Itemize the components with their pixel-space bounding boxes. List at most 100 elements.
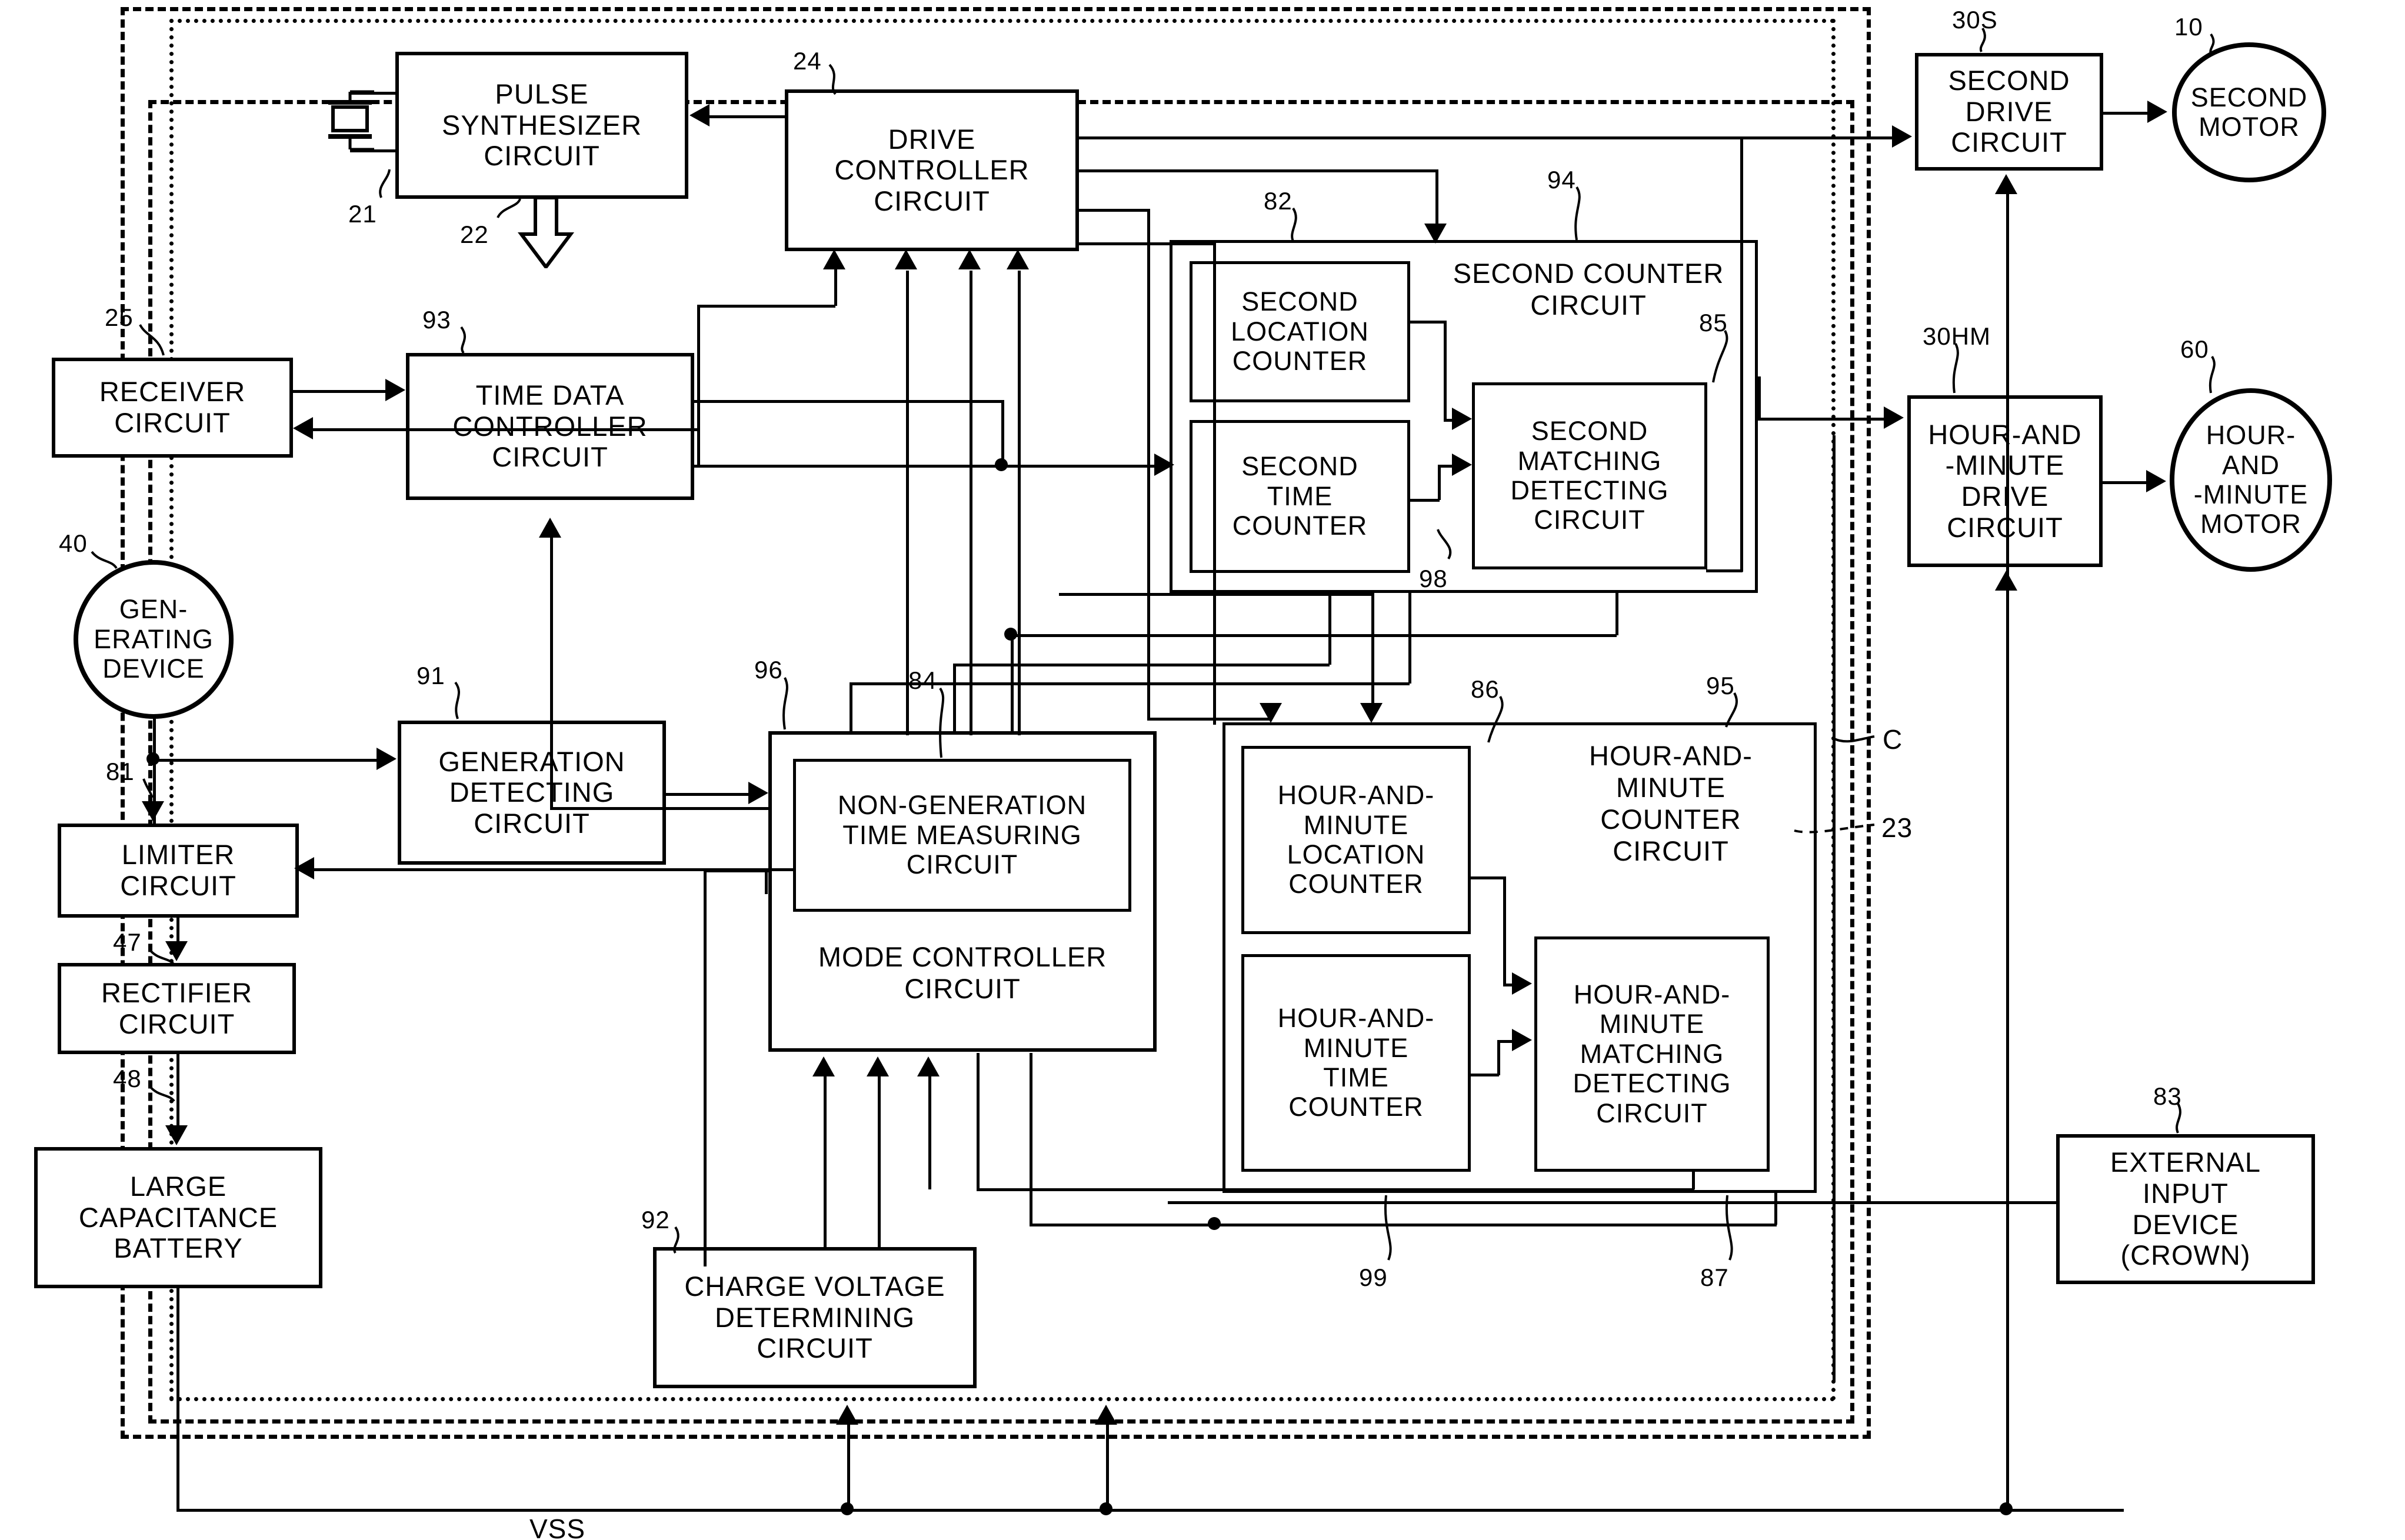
- wire-sec-loc-vert: [1444, 321, 1447, 421]
- ref-60: 60: [2180, 335, 2209, 363]
- wire-to-hm-counter-2-h: [1059, 593, 1374, 596]
- wire-hm-fb-1up: [1030, 1053, 1032, 1225]
- hm-matching-detecting-circuit[interactable]: HOUR-AND- MINUTE MATCHING DETECTING CIRC…: [1534, 936, 1770, 1172]
- wire-seccount-fb-3v: [1408, 593, 1411, 684]
- wire-seccount-fb-1v: [1615, 593, 1618, 635]
- wire-seccount-fb-2down: [953, 664, 956, 734]
- ref-98: 98: [1419, 565, 1448, 592]
- wire-sec-loc-out: [1410, 321, 1445, 324]
- arrow-dc-in-4: [1007, 249, 1029, 269]
- arrow-into-hm-counter-1: [1260, 703, 1282, 723]
- generation-detecting-circuit[interactable]: GENERATION DETECTING CIRCUIT: [398, 721, 666, 865]
- wire-secmatch-v: [1740, 136, 1743, 572]
- ref-84: 84: [908, 666, 937, 694]
- second-time-counter[interactable]: SECOND TIME COUNTER: [1190, 420, 1410, 573]
- crystal-lead-bottom: [350, 149, 397, 152]
- large-capacitance-battery[interactable]: LARGE CAPACITANCE BATTERY: [34, 1147, 322, 1288]
- limiter-circuit[interactable]: LIMITER CIRCUIT: [58, 824, 299, 918]
- receiver-circuit[interactable]: RECEIVER CIRCUIT: [52, 358, 293, 458]
- wire-hm-loc-out: [1471, 876, 1505, 879]
- wire-seconddrive-to-motor: [2103, 112, 2150, 115]
- ref-24: 24: [793, 47, 822, 75]
- arrow-hm-time-to-match: [1512, 1029, 1532, 1051]
- wire-vss-feed-2: [1106, 1424, 1109, 1511]
- arrow-into-hm-drive: [1884, 406, 1904, 429]
- ref-92: 92: [641, 1206, 670, 1234]
- rectifier-circuit[interactable]: RECTIFIER CIRCUIT: [58, 963, 296, 1054]
- arrow-into-timedata: [385, 379, 405, 401]
- junction-vss-2: [1100, 1502, 1112, 1515]
- generating-device[interactable]: GEN- ERATING DEVICE: [74, 560, 234, 719]
- crystal-lead-top: [350, 92, 397, 95]
- arrow-into-timedata-bottom: [539, 518, 561, 538]
- ref-30HM: 30HM: [1923, 322, 1991, 350]
- wire-dc-out-2: [1078, 169, 1437, 172]
- wire-seconddrive-power-down: [2006, 259, 2009, 1511]
- wire-hm-fb-1: [1030, 1224, 1777, 1226]
- pulse-synthesizer-circuit[interactable]: PULSE SYNTHESIZER CIRCUIT: [395, 52, 688, 199]
- arrow-into-pulse-synth: [689, 104, 709, 126]
- wire-96-h: [704, 869, 768, 872]
- second-location-counter[interactable]: SECOND LOCATION COUNTER: [1190, 261, 1410, 402]
- arrow-sec-loc-to-match: [1452, 408, 1472, 430]
- second-matching-detecting-circuit[interactable]: SECOND MATCHING DETECTING CIRCUIT: [1472, 382, 1707, 569]
- ref-81: 81: [106, 758, 135, 785]
- wire-timedata-up: [697, 305, 700, 466]
- second-motor[interactable]: SECOND MOTOR: [2172, 42, 2326, 182]
- time-data-controller-circuit[interactable]: TIME DATA CONTROLLER CIRCUIT: [406, 353, 694, 500]
- wire-timedata-to-receiver: [312, 428, 697, 431]
- wire-seccount-fb-2v: [1328, 593, 1331, 665]
- ref-86: 86: [1471, 675, 1500, 703]
- ref-48: 48: [113, 1065, 142, 1092]
- wire-gendetect-to-mode: [666, 793, 751, 796]
- arrow-dc-in-2: [895, 249, 917, 269]
- wire-cv-up-1: [824, 1076, 827, 1248]
- wire-96-vert: [765, 871, 768, 894]
- ref-21: 21: [348, 200, 377, 228]
- arrow-into-limiter-right: [294, 857, 314, 879]
- wire-battery-to-vss: [176, 1288, 179, 1511]
- wire-to-hm-counter-2: [1371, 593, 1374, 711]
- wire-rect-batt: [176, 1054, 179, 1128]
- ref-99: 99: [1359, 1264, 1388, 1291]
- ref-94: 94: [1547, 166, 1576, 194]
- wire-timedata-right-vert: [1001, 400, 1004, 466]
- ref-83: 83: [2153, 1082, 2182, 1110]
- junction-hm-fb: [1208, 1217, 1221, 1230]
- wire-cv-up-3: [928, 1076, 931, 1189]
- drive-controller-circuit[interactable]: DRIVE CONTROLLER CIRCUIT: [785, 89, 1079, 251]
- wire-dc-out-4-v: [1213, 242, 1216, 725]
- hour-and-minute-motor[interactable]: HOUR- AND -MINUTE MOTOR: [2170, 388, 2332, 572]
- external-input-device[interactable]: EXTERNAL INPUT DEVICE (CROWN): [2056, 1134, 2315, 1284]
- second-drive-circuit[interactable]: SECOND DRIVE CIRCUIT: [1915, 53, 2103, 171]
- wire-hmdrive-power: [2006, 588, 2009, 635]
- non-generation-time-measuring-circuit[interactable]: NON-GENERATION TIME MEASURING CIRCUIT: [793, 759, 1131, 912]
- ref-47: 47: [113, 928, 142, 956]
- second-counter-circuit-title: SECOND COUNTER CIRCUIT: [1453, 258, 1724, 321]
- junction-vss-right: [2000, 1502, 2013, 1515]
- crystal-oscillator-icon: [327, 88, 382, 153]
- hour-and-minute-drive-circuit[interactable]: HOUR-AND -MINUTE DRIVE CIRCUIT: [1907, 395, 2103, 567]
- arrow-cv-up-3: [917, 1056, 940, 1076]
- ref-96: 96: [754, 656, 783, 684]
- arrow-vss-feed-2: [1095, 1405, 1117, 1425]
- wire-dc-out-4: [1078, 242, 1214, 245]
- wire-hm-fb-2up: [977, 1053, 980, 1189]
- wire-seccount-fb-3down: [850, 682, 852, 734]
- arrow-cv-up-1: [812, 1056, 835, 1076]
- arrow-into-second-counter: [1424, 224, 1447, 244]
- arrow-hm-loc-to-match: [1512, 972, 1532, 995]
- arrow-into-mode-controller: [748, 782, 768, 804]
- hm-time-counter[interactable]: HOUR-AND- MINUTE TIME COUNTER: [1241, 954, 1471, 1172]
- mode-controller-circuit-label: MODE CONTROLLER CIRCUIT: [818, 941, 1107, 1005]
- arrow-into-drive-controller-1: [823, 249, 845, 269]
- wire-secmatch-out: [1706, 569, 1743, 572]
- hm-location-counter[interactable]: HOUR-AND- MINUTE LOCATION COUNTER: [1241, 746, 1471, 934]
- hm-counter-circuit-title: HOUR-AND- MINUTE COUNTER CIRCUIT: [1589, 740, 1753, 867]
- wire-external-input: [1168, 1201, 2057, 1204]
- charge-voltage-determining-circuit[interactable]: CHARGE VOLTAGE DETERMINING CIRCUIT: [653, 1247, 977, 1388]
- junction-vss-cv: [841, 1502, 854, 1515]
- arrow-seconddrive-power: [1995, 174, 2017, 194]
- wire-cv-power: [847, 1424, 850, 1511]
- c-boundary-line: [1833, 435, 1836, 1382]
